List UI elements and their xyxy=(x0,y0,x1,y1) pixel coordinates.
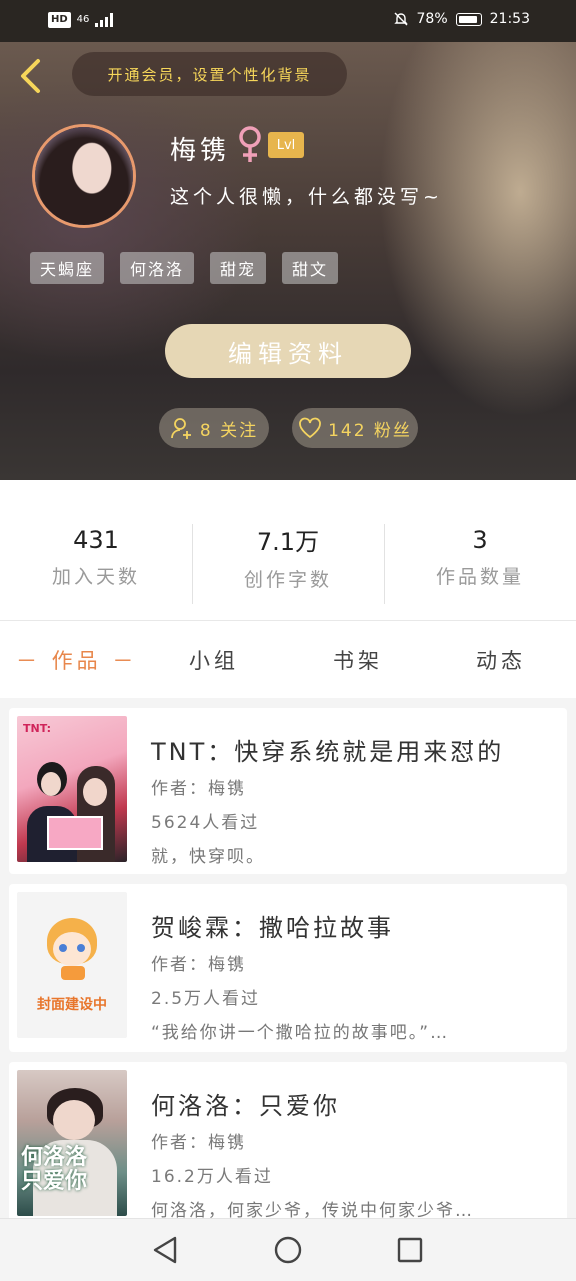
tab-groups[interactable]: 小组 xyxy=(189,645,239,675)
fans-button[interactable]: 142 粉丝 xyxy=(292,408,418,448)
stats-row: 431 加入天数 7.1万 创作字数 3 作品数量 xyxy=(0,480,576,620)
stat-label: 加入天数 xyxy=(51,565,140,588)
book-author: 作者：梅镌 xyxy=(151,1133,246,1153)
mute-bell-icon xyxy=(393,12,408,26)
tag[interactable]: 甜文 xyxy=(282,252,339,284)
book-desc: “我给你讲一个撒哈拉的故事吧。”… xyxy=(151,1023,450,1043)
book-author: 作者：梅镌 xyxy=(151,955,246,975)
heart-icon xyxy=(299,417,321,439)
stat-value: 431 xyxy=(73,525,119,554)
bio-text: 这个人很懒，什么都没写~ xyxy=(170,186,443,208)
status-bar: HD 46 78% 21:53 xyxy=(0,0,576,42)
stat-label: 作品数量 xyxy=(435,565,524,588)
female-icon xyxy=(239,126,261,162)
nav-recents-button[interactable] xyxy=(393,1233,427,1267)
edit-profile-button[interactable]: 编辑资料 xyxy=(165,324,411,378)
book-cover: TNT: xyxy=(17,716,127,862)
square-recents-icon xyxy=(397,1237,423,1263)
back-button[interactable] xyxy=(14,56,46,96)
book-card[interactable]: TNT: TNT：快穿系统就是用来怼的 作者：梅镌 5624人看过 就，快穿呗。 xyxy=(9,708,567,874)
book-title: TNT：快穿系统就是用来怼的 xyxy=(151,738,505,766)
system-nav-bar xyxy=(0,1218,576,1281)
nav-back-button[interactable] xyxy=(148,1233,182,1267)
level-badge: Lvl xyxy=(268,132,304,158)
battery-icon xyxy=(455,12,482,26)
tag[interactable]: 天蝎座 xyxy=(30,252,105,284)
circle-home-icon xyxy=(274,1236,302,1264)
tab-bar: － 作品 － 小组 书架 动态 xyxy=(0,620,576,699)
clock: 21:53 xyxy=(489,11,530,27)
avatar[interactable] xyxy=(32,124,136,228)
stat-days: 431 加入天数 xyxy=(0,480,192,620)
stat-label: 创作字数 xyxy=(243,569,332,591)
tab-activity[interactable]: 动态 xyxy=(476,645,526,675)
status-right: 78% 21:53 xyxy=(393,11,530,27)
avatar-image xyxy=(35,127,133,225)
tag[interactable]: 何洛洛 xyxy=(120,252,195,284)
username: 梅镌 xyxy=(170,136,231,166)
profile-header: 开通会员，设置个性化背景 梅镌 Lvl 这个人很懒，什么都没写~ 天蝎座 何洛洛… xyxy=(0,42,576,480)
book-cover: 何洛洛只爱你 xyxy=(17,1070,127,1216)
cover-text: 封面建设中 xyxy=(37,997,107,1013)
add-user-icon xyxy=(170,418,191,439)
nav-home-button[interactable] xyxy=(271,1233,305,1267)
tab-works[interactable]: － 作品 － xyxy=(16,645,137,675)
stat-value: 7.1万 xyxy=(256,528,320,556)
chevron-left-icon xyxy=(21,59,40,93)
cover-text: TNT: xyxy=(23,722,52,735)
book-card[interactable]: 封面建设中 贺峻霖：撒哈拉故事 作者：梅镌 2.5万人看过 “我给你讲一个撒哈拉… xyxy=(9,884,567,1052)
tag-list: 天蝎座 何洛洛 甜宠 甜文 xyxy=(30,252,339,284)
battery-percent: 78% xyxy=(416,11,448,27)
book-author: 作者：梅镌 xyxy=(151,779,246,799)
stat-value: 3 xyxy=(472,525,488,554)
book-desc: 就，快穿呗。 xyxy=(151,847,265,867)
vip-banner[interactable]: 开通会员，设置个性化背景 xyxy=(72,52,347,96)
cover-text: 何洛洛只爱你 xyxy=(21,1145,88,1194)
book-views: 16.2万人看过 xyxy=(151,1167,273,1187)
book-title: 何洛洛：只爱你 xyxy=(151,1092,340,1120)
stat-works: 3 作品数量 xyxy=(384,480,576,620)
book-views: 2.5万人看过 xyxy=(151,989,261,1009)
network-type: 46 xyxy=(76,14,90,25)
signal-icon xyxy=(95,13,114,27)
fans-label: 142 粉丝 xyxy=(328,420,412,441)
status-left: HD 46 xyxy=(48,12,114,28)
following-button[interactable]: 8 关注 xyxy=(159,408,269,448)
tag[interactable]: 甜宠 xyxy=(210,252,267,284)
book-views: 5624人看过 xyxy=(151,813,260,833)
stat-words: 7.1万 创作字数 xyxy=(192,480,384,620)
book-list: TNT: TNT：快穿系统就是用来怼的 作者：梅镌 5624人看过 就，快穿呗。… xyxy=(0,698,576,1222)
following-label: 8 关注 xyxy=(199,420,259,441)
triangle-back-icon xyxy=(153,1236,177,1264)
hd-icon: HD xyxy=(48,12,71,28)
tab-bookshelf[interactable]: 书架 xyxy=(333,645,383,675)
book-card[interactable]: 何洛洛只爱你 何洛洛：只爱你 作者：梅镌 16.2万人看过 何洛洛，何家少爷，传… xyxy=(9,1062,567,1222)
book-title: 贺峻霖：撒哈拉故事 xyxy=(151,914,394,942)
book-cover: 封面建设中 xyxy=(17,892,127,1038)
